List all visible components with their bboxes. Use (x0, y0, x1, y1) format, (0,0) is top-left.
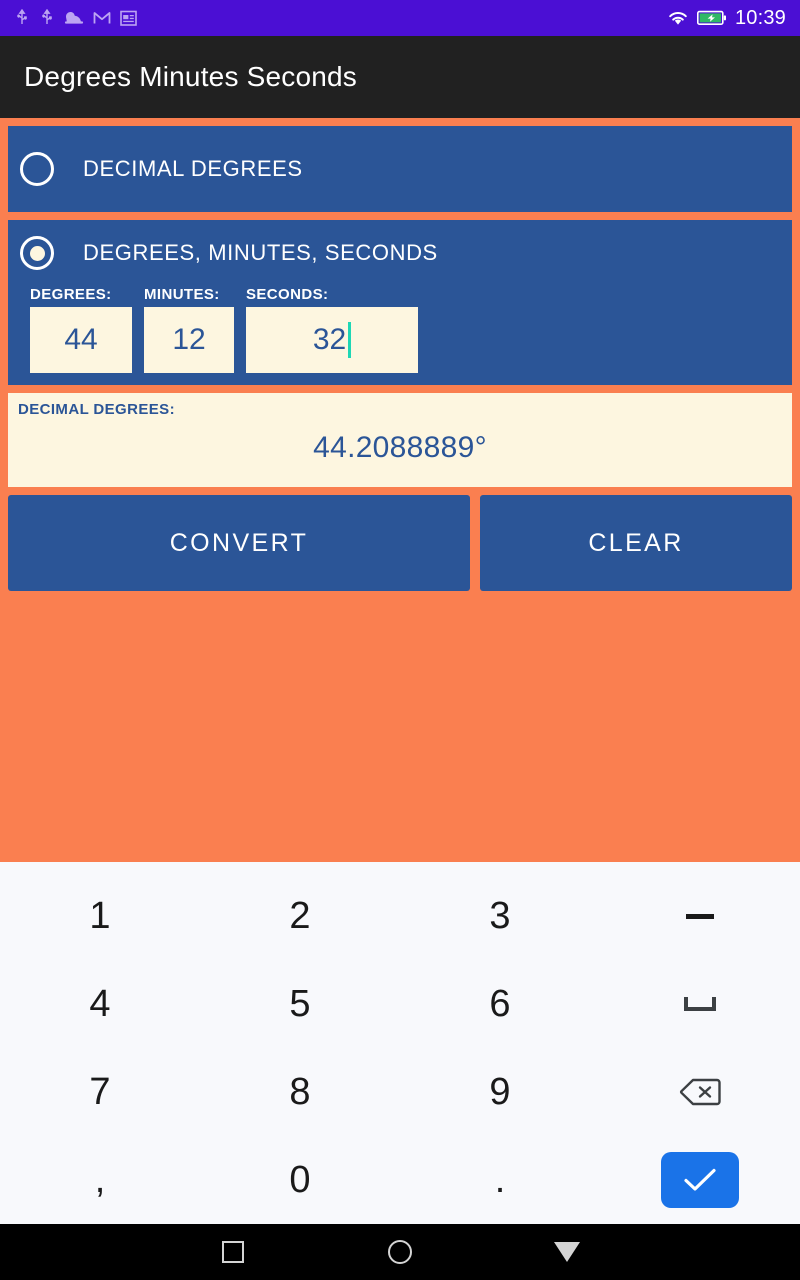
degrees-label: DEGREES: (30, 286, 112, 303)
status-bar: 10:39 (0, 0, 800, 36)
key-backspace[interactable] (600, 1048, 800, 1136)
key-5[interactable]: 5 (200, 960, 400, 1048)
recents-square-icon (222, 1241, 245, 1263)
mode-option-label: DEGREES, MINUTES, SECONDS (83, 240, 438, 265)
degrees-value: 44 (64, 323, 98, 356)
key-1[interactable]: 1 (0, 872, 200, 960)
key-space[interactable] (600, 960, 800, 1048)
action-button-row: CONVERT CLEAR (8, 495, 792, 591)
usb-icon (42, 9, 52, 24)
radio-unchecked-icon[interactable] (20, 152, 54, 186)
key-3[interactable]: 3 (400, 872, 600, 960)
seconds-label: SECONDS: (246, 286, 329, 303)
page-title: Degrees Minutes Seconds (24, 61, 357, 92)
back-button[interactable] (543, 1228, 591, 1276)
key-period[interactable]: . (400, 1136, 600, 1224)
numeric-keyboard: 1 2 3 4 5 6 7 8 9 , 0 . (0, 862, 800, 1224)
keyboard-row: 1 2 3 (0, 872, 800, 960)
status-bar-left-icons (14, 9, 137, 27)
key-4[interactable]: 4 (0, 960, 200, 1048)
dms-input-fields: DEGREES: 44 MINUTES: 12 SECONDS: 32 (8, 286, 792, 373)
battery-charging-icon (696, 10, 726, 26)
key-7[interactable]: 7 (0, 1048, 200, 1136)
backspace-icon (680, 1078, 721, 1106)
mode-option-decimal-degrees[interactable]: DECIMAL DEGREES (8, 126, 792, 212)
key-2[interactable]: 2 (200, 872, 400, 960)
seconds-value: 32 (312, 323, 347, 356)
space-icon (684, 997, 716, 1011)
key-0[interactable]: 0 (200, 1136, 400, 1224)
degrees-input[interactable]: 44 (30, 307, 132, 373)
decimal-degrees-result: DECIMAL DEGREES: 44.2088889° (8, 393, 792, 487)
seconds-field-group: SECONDS: 32 (246, 286, 418, 373)
cloud-icon (64, 12, 84, 24)
home-button[interactable] (376, 1228, 424, 1276)
convert-button[interactable]: CONVERT (8, 495, 470, 591)
minutes-label: MINUTES: (144, 286, 220, 303)
news-icon (120, 10, 137, 26)
decimal-degrees-result-label: DECIMAL DEGREES: (18, 401, 175, 418)
key-9[interactable]: 9 (400, 1048, 600, 1136)
system-navigation-bar (0, 1224, 800, 1280)
key-6[interactable]: 6 (400, 960, 600, 1048)
status-bar-right: 10:39 (667, 7, 786, 30)
recents-button[interactable] (209, 1228, 257, 1276)
key-8[interactable]: 8 (200, 1048, 400, 1136)
seconds-input[interactable]: 32 (246, 307, 418, 373)
app-bar: Degrees Minutes Seconds (0, 36, 800, 118)
status-bar-clock: 10:39 (734, 6, 786, 29)
minutes-field-group: MINUTES: 12 (144, 286, 234, 373)
mode-option-degrees-minutes-seconds-panel: DEGREES, MINUTES, SECONDS DEGREES: 44 MI… (8, 220, 792, 385)
back-triangle-icon (553, 1242, 580, 1262)
usb-icon (17, 9, 27, 24)
checkmark-icon (684, 1168, 716, 1191)
key-minus[interactable] (600, 872, 800, 960)
enter-key-wrap (600, 1136, 800, 1224)
keyboard-row: , 0 . (0, 1136, 800, 1224)
gmail-icon (93, 12, 111, 24)
keyboard-row: 7 8 9 (0, 1048, 800, 1136)
radio-checked-icon[interactable] (20, 236, 54, 270)
mode-option-label: DECIMAL DEGREES (83, 156, 303, 181)
minutes-value: 12 (172, 323, 206, 356)
degrees-field-group: DEGREES: 44 (30, 286, 132, 373)
keyboard-row: 4 5 6 (0, 960, 800, 1048)
minus-icon (686, 913, 714, 919)
clear-button[interactable]: CLEAR (480, 495, 792, 591)
decimal-degrees-result-value: 44.2088889° (313, 431, 487, 464)
app-screen: 10:39 Degrees Minutes Seconds DECIMAL DE… (0, 0, 800, 1280)
text-cursor (348, 322, 352, 358)
home-circle-icon (387, 1240, 412, 1264)
wifi-icon (669, 11, 687, 25)
mode-option-degrees-minutes-seconds[interactable]: DEGREES, MINUTES, SECONDS (8, 220, 792, 286)
main-content: DECIMAL DEGREES DEGREES, MINUTES, SECOND… (0, 118, 800, 862)
key-enter[interactable] (661, 1152, 739, 1208)
minutes-input[interactable]: 12 (144, 307, 234, 373)
key-comma[interactable]: , (0, 1136, 200, 1224)
